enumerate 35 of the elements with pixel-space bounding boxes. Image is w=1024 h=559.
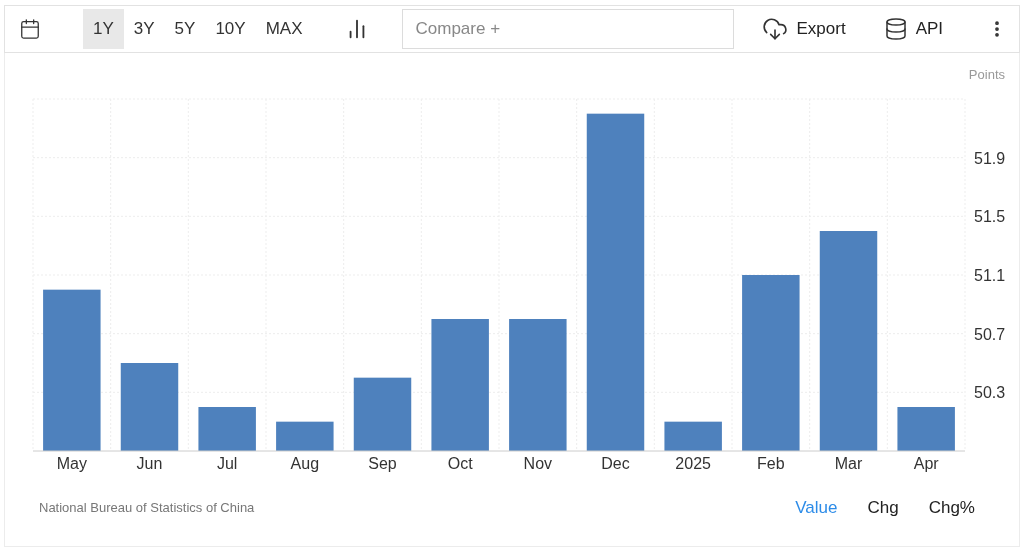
bar [664,421,722,451]
bar [276,421,334,451]
axis-category-label: Aug [290,455,320,472]
bar [198,407,256,451]
range-tab[interactable]: 1Y [83,9,124,49]
range-tab[interactable]: MAX [255,9,313,49]
axis-unit-label: Points [968,67,1005,82]
axis-category-label: Mar [834,455,863,472]
axis-category-label: Sep [368,455,397,472]
range-tab[interactable]: 3Y [123,9,165,49]
axis-category-label: Apr [913,455,939,472]
source-text: National Bureau of Statistics of China [39,499,255,517]
axis-category-label: May [56,455,87,472]
axis-tick-label: 50.7 [974,325,1006,343]
database-icon [883,17,908,41]
axis-category-label: Oct [447,455,473,472]
axis-category-label: Jun [136,455,163,472]
axis-tick-label: 50.3 [974,384,1006,402]
axis-category-label: 2025 [675,455,711,472]
compare-field[interactable]: Compare + [402,9,735,49]
range-tab[interactable]: 5Y [164,9,206,49]
axis-category-label: Feb [757,455,785,472]
bar [897,407,955,451]
value-mode-tab[interactable]: Chg% [928,495,975,521]
axis-category-label: Nov [523,455,553,472]
axis-tick-label: 51.1 [974,267,1006,284]
api-button[interactable]: API [881,9,946,49]
value-mode-tab[interactable]: Chg [867,495,899,521]
range-tab[interactable]: 10Y [205,9,256,49]
axis-category-label: Dec [601,455,630,472]
axis-tick-label: 51.5 [974,208,1006,226]
export-button[interactable]: Export [760,9,848,49]
axis-tick-label: 51.9 [974,149,1006,167]
axis-category-label: Jul [216,455,238,472]
cloud-download-icon [762,16,789,42]
